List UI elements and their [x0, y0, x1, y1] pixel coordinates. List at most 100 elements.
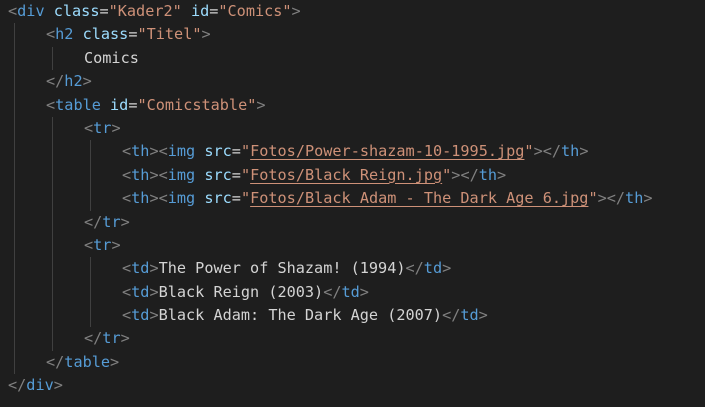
tag-bracket: <: [158, 165, 168, 184]
code-line[interactable]: <tr>: [8, 116, 653, 141]
indent-guide: [52, 280, 53, 305]
tag-bracket: >: [111, 235, 121, 254]
tag-bracket: >: [291, 2, 301, 20]
tag-name: img: [167, 165, 196, 184]
tag-name: th: [561, 142, 580, 161]
text-content: [195, 166, 204, 184]
code-area[interactable]: <div class="Kader2" id="Comics"> <h2 clas…: [8, 0, 653, 398]
equals-sign: =: [231, 142, 241, 161]
text-content: Black Reign (2003): [158, 282, 324, 301]
code-line[interactable]: </table>: [8, 350, 653, 375]
attribute-name: id: [190, 2, 210, 20]
indent-guide: [52, 116, 53, 141]
text-content: [45, 2, 54, 20]
indent-guide: [14, 280, 15, 305]
tag-bracket: </: [84, 329, 103, 348]
tag-bracket: </: [442, 306, 461, 325]
tag-bracket: <: [158, 189, 168, 208]
indent-guide: [14, 327, 15, 351]
text-content: Black Adam: The Dark Age (2007): [158, 306, 443, 325]
tag-name: td: [131, 306, 150, 325]
text-content: [182, 2, 191, 20]
code-line[interactable]: </div>: [8, 374, 653, 397]
code-line[interactable]: </tr>: [8, 327, 653, 351]
file-path-link[interactable]: Fotos/Black Reign.jpg: [250, 166, 442, 184]
tag-bracket: </: [8, 376, 27, 395]
tag-name: img: [167, 142, 196, 161]
indent-guide: [14, 257, 15, 281]
code-line[interactable]: <div class="Kader2" id="Comics">: [8, 0, 653, 23]
code-line[interactable]: </tr>: [8, 210, 653, 234]
code-line[interactable]: </h2>: [8, 70, 653, 94]
tag-name: table: [55, 95, 101, 114]
tag-bracket: >: [643, 189, 653, 208]
equals-sign: =: [231, 165, 241, 184]
code-line[interactable]: <h2 class="Titel">: [8, 23, 653, 47]
attribute-value: ": [442, 165, 452, 184]
equals-sign: =: [231, 189, 241, 208]
tag-bracket: <: [122, 259, 132, 278]
code-line[interactable]: <tr>: [8, 233, 653, 258]
file-path-link[interactable]: Fotos/Black_Adam_-_The_Dark_Age_6.jpg: [250, 189, 588, 207]
code-line[interactable]: <td>The Power of Shazam! (1994)</td>: [8, 257, 653, 281]
tag-bracket: >: [149, 165, 159, 184]
attribute-value: ": [240, 189, 251, 208]
tag-bracket: <: [122, 306, 132, 325]
code-line[interactable]: Comics: [8, 46, 653, 71]
file-path-link[interactable]: Fotos/Power-shazam-10-1995.jpg: [250, 142, 524, 160]
tag-name: th: [625, 189, 644, 208]
indent-guide: [90, 304, 91, 328]
tag-bracket: >: [82, 72, 92, 91]
attribute-name: class: [82, 25, 129, 44]
indent-guide: [14, 140, 15, 164]
tag-bracket: </: [460, 165, 479, 184]
tag-name: th: [131, 165, 150, 184]
tag-bracket: >: [149, 259, 159, 278]
code-line[interactable]: <th><img src="Fotos/Power-shazam-10-1995…: [8, 140, 653, 164]
tag-bracket: >: [201, 25, 211, 44]
tag-name: table: [64, 352, 111, 371]
tag-bracket: >: [149, 306, 159, 325]
tag-bracket: >: [120, 212, 130, 231]
code-editor[interactable]: <div class="Kader2" id="Comics"> <h2 clas…: [0, 0, 705, 407]
tag-name: td: [341, 282, 360, 301]
tag-name: tr: [93, 118, 112, 137]
tag-bracket: >: [110, 352, 120, 371]
attribute-value: "Comicstable": [137, 95, 257, 114]
attribute-name: src: [204, 189, 232, 208]
tag-name: td: [131, 259, 150, 278]
indent-guide: [90, 187, 91, 211]
tag-bracket: >: [120, 329, 130, 348]
equals-sign: =: [99, 2, 109, 20]
attribute-value: "Kader2": [108, 2, 182, 20]
indent-guide: [14, 350, 15, 375]
code-line[interactable]: <td>Black Reign (2003)</td>: [8, 280, 653, 305]
tag-name: th: [131, 189, 150, 208]
tag-bracket: <: [122, 189, 132, 208]
tag-name: div: [26, 376, 54, 395]
tag-bracket: </: [323, 282, 342, 301]
tag-name: tr: [93, 235, 112, 254]
code-line[interactable]: <td>Black Adam: The Dark Age (2007)</td>: [8, 304, 653, 328]
attribute-name: src: [204, 142, 232, 161]
tag-bracket: </: [46, 72, 65, 91]
tag-bracket: <: [122, 165, 132, 184]
indent-guide: [14, 23, 15, 47]
attribute-value: ": [524, 142, 534, 161]
code-line[interactable]: <th><img src="Fotos/Black Reign.jpg"></t…: [8, 163, 653, 188]
tag-bracket: <: [46, 25, 56, 44]
tag-bracket: >: [497, 165, 507, 184]
code-line[interactable]: <th><img src="Fotos/Black_Adam_-_The_Dar…: [8, 187, 653, 211]
indent-guide: [14, 233, 15, 258]
tag-bracket: >: [111, 118, 121, 137]
indent-guide: [52, 46, 53, 71]
text-content: Comics: [84, 48, 139, 67]
indent-guide: [14, 163, 15, 188]
tag-name: td: [423, 259, 443, 278]
indent-guide: [14, 210, 15, 234]
code-line[interactable]: <table id="Comicstable">: [8, 93, 653, 117]
indent-guide: [52, 304, 53, 328]
tag-bracket: >: [442, 259, 452, 278]
tag-bracket: >: [149, 189, 159, 208]
tag-name: th: [478, 165, 498, 184]
